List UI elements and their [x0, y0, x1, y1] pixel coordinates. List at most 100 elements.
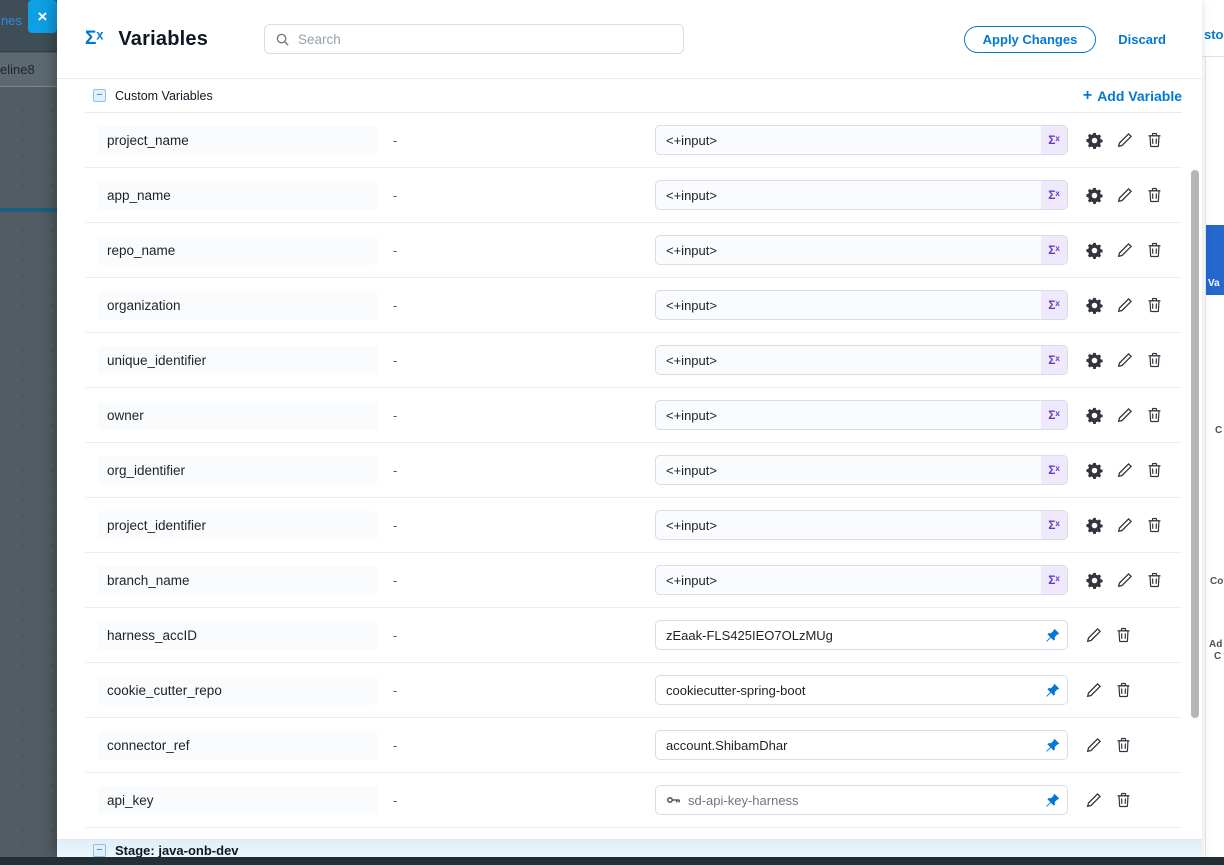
delete-icon[interactable] [1147, 242, 1162, 258]
variable-description: - [393, 133, 655, 148]
close-drawer-button[interactable]: × [28, 0, 57, 33]
variable-name: project_identifier [97, 511, 378, 540]
variable-value-input[interactable]: <+input> Σˣ [655, 400, 1068, 430]
variable-row: project_identifier - <+input> Σˣ [85, 498, 1182, 553]
edit-icon[interactable] [1117, 132, 1133, 148]
runtime-input-sigma-icon[interactable]: Σˣ [1041, 236, 1067, 264]
variable-description: - [393, 353, 655, 368]
settings-icon[interactable] [1086, 572, 1103, 589]
settings-icon[interactable] [1086, 297, 1103, 314]
delete-icon[interactable] [1116, 682, 1131, 698]
edit-icon[interactable] [1117, 187, 1133, 203]
variable-row: org_identifier - <+input> Σˣ [85, 443, 1182, 498]
variable-description: - [393, 188, 655, 203]
history-link-fragment[interactable]: stor [1204, 27, 1224, 42]
variable-name: branch_name [97, 566, 378, 595]
variable-description: - [393, 298, 655, 313]
variable-value: <+input> [656, 133, 1041, 148]
delete-icon[interactable] [1147, 517, 1162, 533]
right-rail-variables-label: Va [1208, 278, 1220, 289]
edit-icon[interactable] [1117, 297, 1133, 313]
settings-icon[interactable] [1086, 462, 1103, 479]
edit-icon[interactable] [1086, 682, 1102, 698]
delete-icon[interactable] [1147, 187, 1162, 203]
scrollbar[interactable] [1191, 170, 1199, 718]
variable-value: zEaak-FLS425IEO7OLzMUg [656, 628, 1037, 643]
runtime-input-sigma-icon[interactable]: Σˣ [1041, 181, 1067, 209]
variable-value-input[interactable]: <+input> Σˣ [655, 455, 1068, 485]
collapse-icon[interactable]: − [93, 89, 106, 102]
delete-icon[interactable] [1116, 627, 1131, 643]
settings-icon[interactable] [1086, 517, 1103, 534]
discard-button[interactable]: Discard [1118, 32, 1166, 47]
delete-icon[interactable] [1116, 737, 1131, 753]
delete-icon[interactable] [1147, 407, 1162, 423]
edit-icon[interactable] [1117, 462, 1133, 478]
variable-value-input[interactable]: <+input> Σˣ [655, 235, 1068, 265]
collapse-icon[interactable]: − [93, 844, 106, 857]
variable-value-input[interactable]: <+input> Σˣ [655, 290, 1068, 320]
edit-icon[interactable] [1086, 792, 1102, 808]
search-input[interactable] [298, 32, 673, 47]
settings-icon[interactable] [1086, 407, 1103, 424]
edit-icon[interactable] [1117, 352, 1133, 368]
delete-icon[interactable] [1147, 132, 1162, 148]
variable-value-input[interactable]: sd-api-key-harness Σˣ [655, 785, 1068, 815]
close-icon: × [38, 7, 48, 26]
variable-row: branch_name - <+input> Σˣ [85, 553, 1182, 608]
edit-icon[interactable] [1117, 517, 1133, 533]
spacer [57, 828, 1202, 839]
variable-value-input[interactable]: account.ShibamDhar Σˣ [655, 730, 1068, 760]
apply-changes-button[interactable]: Apply Changes [964, 26, 1097, 53]
runtime-input-sigma-icon[interactable]: Σˣ [1041, 126, 1067, 154]
runtime-input-sigma-icon[interactable]: Σˣ [1041, 291, 1067, 319]
delete-icon[interactable] [1147, 462, 1162, 478]
edit-icon[interactable] [1117, 407, 1133, 423]
runtime-input-sigma-icon[interactable]: Σˣ [1041, 456, 1067, 484]
pin-icon[interactable] [1037, 731, 1067, 759]
pin-icon[interactable] [1037, 786, 1067, 814]
edit-icon[interactable] [1117, 572, 1133, 588]
variable-value-input[interactable]: <+input> Σˣ [655, 345, 1068, 375]
variable-value-input[interactable]: cookiecutter-spring-boot Σˣ [655, 675, 1068, 705]
variable-value-input[interactable]: <+input> Σˣ [655, 180, 1068, 210]
delete-icon[interactable] [1147, 297, 1162, 313]
settings-icon[interactable] [1086, 352, 1103, 369]
pin-icon[interactable] [1037, 621, 1067, 649]
delete-icon[interactable] [1116, 792, 1131, 808]
edit-icon[interactable] [1117, 242, 1133, 258]
edit-icon[interactable] [1086, 627, 1102, 643]
row-actions [1086, 627, 1131, 643]
delete-icon[interactable] [1147, 352, 1162, 368]
background-bottom-strip [0, 857, 1224, 865]
settings-icon[interactable] [1086, 187, 1103, 204]
pin-icon[interactable] [1037, 676, 1067, 704]
search-box[interactable] [264, 24, 684, 54]
right-rail-item-fragment[interactable]: C [1214, 651, 1221, 662]
pipeline-tab-fragment: eline8 [0, 62, 35, 77]
row-actions [1086, 352, 1162, 369]
variable-name: api_key [97, 786, 378, 815]
right-rail-variables-tab[interactable]: Va [1206, 225, 1224, 295]
variable-value-input[interactable]: <+input> Σˣ [655, 510, 1068, 540]
runtime-input-sigma-icon[interactable]: Σˣ [1041, 346, 1067, 374]
variable-description: - [393, 243, 655, 258]
variable-value-input[interactable]: <+input> Σˣ [655, 125, 1068, 155]
delete-icon[interactable] [1147, 572, 1162, 588]
variable-value-input[interactable]: <+input> Σˣ [655, 565, 1068, 595]
add-variable-button[interactable]: + Add Variable [1083, 87, 1182, 105]
variable-value: cookiecutter-spring-boot [656, 683, 1037, 698]
edit-icon[interactable] [1086, 737, 1102, 753]
variable-name: unique_identifier [97, 346, 378, 375]
right-rail-item-fragment[interactable]: C [1215, 425, 1222, 436]
variable-value-input[interactable]: zEaak-FLS425IEO7OLzMUg Σˣ [655, 620, 1068, 650]
variable-name: organization [97, 291, 378, 320]
settings-icon[interactable] [1086, 242, 1103, 259]
runtime-input-sigma-icon[interactable]: Σˣ [1041, 401, 1067, 429]
settings-icon[interactable] [1086, 132, 1103, 149]
pipeline-canvas [0, 88, 57, 865]
runtime-input-sigma-icon[interactable]: Σˣ [1041, 511, 1067, 539]
runtime-input-sigma-icon[interactable]: Σˣ [1041, 566, 1067, 594]
right-rail-item-fragment[interactable]: Ad [1209, 639, 1222, 650]
right-rail-item-fragment[interactable]: Co [1210, 576, 1223, 587]
